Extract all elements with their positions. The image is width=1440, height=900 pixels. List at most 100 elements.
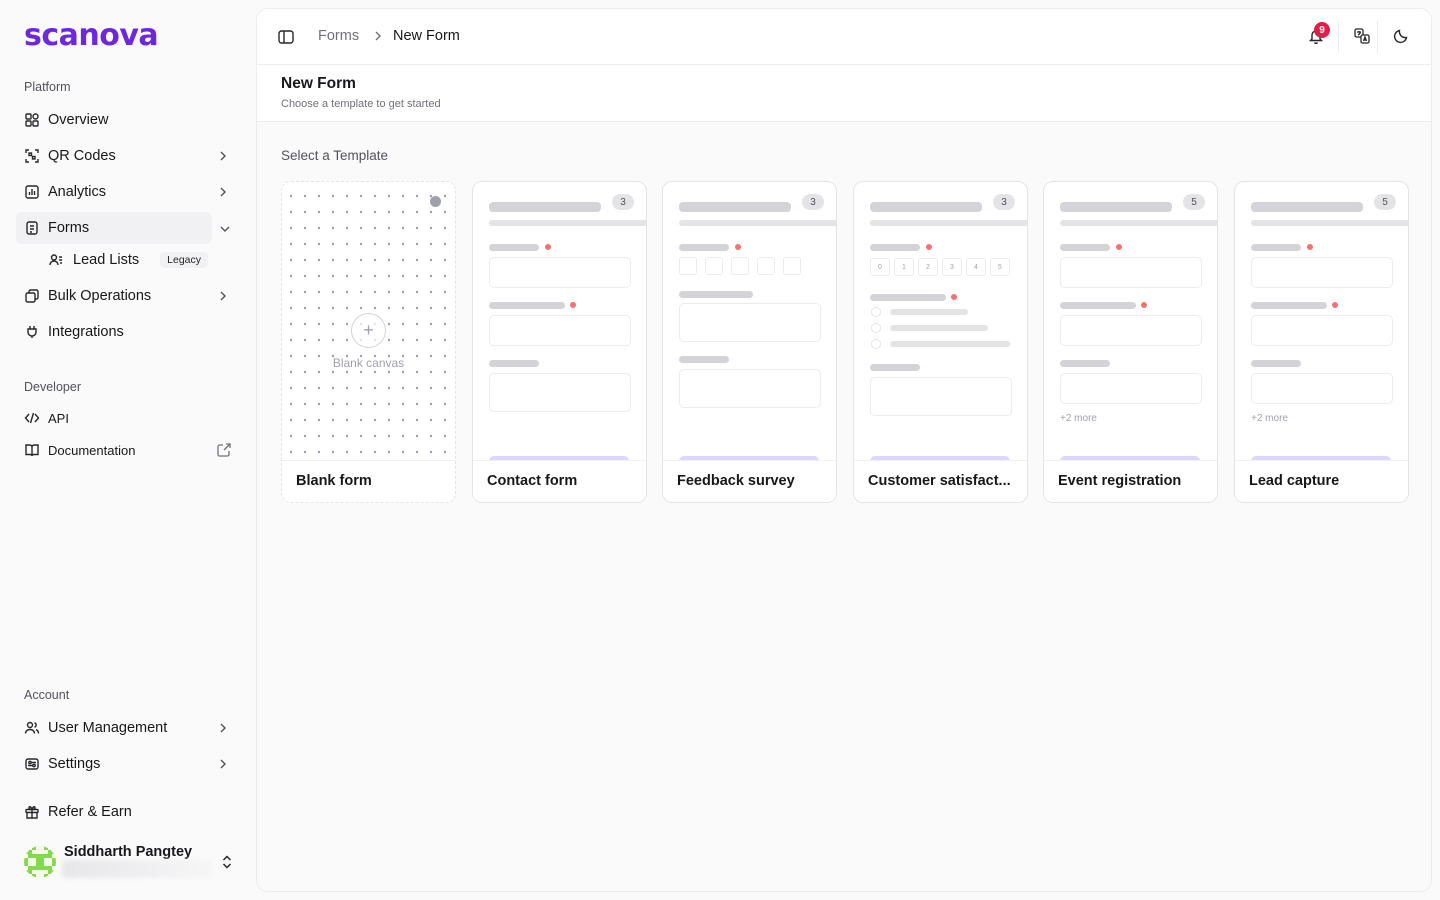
template-name: Customer satisfact...: [868, 473, 1011, 489]
chevrons-up-down-icon: [222, 855, 232, 869]
chevron-right-icon: [220, 723, 226, 733]
sidebar-item-bulk-operations[interactable]: Bulk Operations: [16, 280, 240, 312]
preview-field: [1060, 315, 1202, 346]
sidebar-item-api[interactable]: API: [16, 402, 240, 434]
avatar: [24, 846, 56, 878]
sidebar-item-label: User Management: [48, 720, 168, 736]
preview-title-bar: [1251, 202, 1363, 212]
user-menu[interactable]: Siddharth Pangtey: [24, 842, 244, 882]
preview-title-bar: [1060, 202, 1172, 212]
rating-box: [731, 257, 749, 275]
sidebar-item-settings[interactable]: Settings: [16, 748, 240, 780]
radio-label-bar: [890, 341, 1010, 347]
moon-icon[interactable]: [1392, 27, 1410, 45]
toolbar-divider: [1338, 21, 1339, 53]
translate-icon[interactable]: [1353, 27, 1371, 45]
chevron-right-icon: [220, 187, 226, 197]
nps-option: 0: [870, 258, 890, 276]
preview-textarea: [489, 373, 631, 412]
sidebar: scanova Platform Overview QR Codes Analy…: [0, 0, 256, 900]
template-preview: 5 +2 more: [1235, 182, 1408, 466]
sidebar-item-label: Bulk Operations: [48, 288, 152, 304]
preview-textarea: [679, 369, 821, 408]
sidebar-item-integrations[interactable]: Integrations: [16, 316, 240, 348]
template-name: Blank form: [296, 473, 372, 489]
preview-label-bar: [489, 360, 539, 367]
chevron-down-icon[interactable]: [218, 222, 232, 236]
sidebar-item-lead-lists[interactable]: Lead Lists Legacy: [40, 245, 212, 275]
nps-option: 1: [894, 258, 914, 276]
template-card-footer: Contact form: [473, 460, 646, 502]
preview-field: [1251, 373, 1393, 404]
preview-label-bar: [679, 291, 753, 298]
template-card-event-registration[interactable]: 5 +2 more Event registration: [1043, 181, 1218, 503]
template-name: Feedback survey: [677, 473, 795, 489]
sidebar-item-documentation[interactable]: Documentation: [16, 434, 240, 466]
preview-field: [1251, 257, 1393, 288]
more-fields-label: +2 more: [1060, 413, 1097, 424]
preview-field: [1251, 315, 1393, 346]
sidebar-item-label: Refer & Earn: [48, 804, 132, 820]
rating-box: [783, 257, 801, 275]
user-name: Siddharth Pangtey: [64, 844, 193, 860]
radio-label-bar: [890, 325, 988, 331]
template-card-blank-form[interactable]: + Blank canvas Blank form: [281, 181, 456, 503]
user-email-redacted: [62, 860, 212, 878]
preview-label-bar: [679, 356, 729, 363]
preview-subtitle-bar: [679, 220, 836, 226]
sidebar-item-user-management[interactable]: User Management: [16, 712, 240, 744]
top-bar: Forms New Form 9: [257, 9, 1431, 65]
sidebar-item-label: API: [48, 410, 69, 426]
status-dot: [430, 196, 441, 207]
sidebar-item-forms[interactable]: Forms: [16, 212, 212, 244]
external-link-icon: [217, 443, 231, 457]
brand-logo[interactable]: scanova: [24, 18, 159, 53]
required-dot: [1332, 302, 1338, 308]
gift-icon: [24, 804, 40, 820]
field-count-badge: 3: [802, 194, 824, 210]
preview-label-bar: [1060, 302, 1136, 309]
sidebar-item-qr-codes[interactable]: QR Codes: [16, 140, 240, 172]
nps-option: 4: [966, 258, 986, 276]
legacy-badge: Legacy: [160, 252, 208, 268]
sidebar-toggle-icon[interactable]: [277, 28, 295, 46]
preview-subtitle-bar: [870, 220, 1027, 226]
preview-subtitle-bar: [1060, 220, 1217, 226]
template-name: Event registration: [1058, 473, 1182, 489]
breadcrumb-forms-link[interactable]: Forms: [318, 28, 359, 44]
required-dot: [1116, 244, 1122, 250]
sidebar-item-label: Lead Lists: [73, 252, 140, 268]
grid-icon: [24, 112, 40, 128]
template-card-customer-satisfaction[interactable]: 3 0 1 2 3 4 5 Customer satisfact...: [853, 181, 1028, 503]
app-root: scanova Platform Overview QR Codes Analy…: [0, 0, 1440, 900]
user-list-icon: [48, 252, 64, 268]
sidebar-item-overview[interactable]: Overview: [16, 104, 240, 136]
template-card-footer: Feedback survey: [663, 460, 836, 502]
template-card-feedback-survey[interactable]: 3 Feedback survey: [662, 181, 837, 503]
template-name: Contact form: [487, 473, 578, 489]
stack-icon: [24, 288, 40, 304]
main-panel: Forms New Form 9 New Form Choose a templ…: [256, 8, 1432, 892]
preview-label-bar: [489, 244, 539, 251]
radio-option: [871, 323, 881, 333]
sidebar-item-label: QR Codes: [48, 148, 116, 164]
template-card-contact-form[interactable]: 3 Contact form: [472, 181, 647, 503]
preview-field: [1060, 373, 1202, 404]
required-dot: [545, 244, 551, 250]
page-subtitle: Choose a template to get started: [281, 98, 441, 110]
preview-label-bar: [870, 364, 920, 371]
radio-option: [871, 307, 881, 317]
preview-title-bar: [489, 202, 601, 212]
chevron-right-icon: [220, 759, 226, 769]
developer-group-label: Developer: [24, 380, 81, 394]
required-dot: [926, 244, 932, 250]
template-card-lead-capture[interactable]: 5 +2 more Lead capture: [1234, 181, 1409, 503]
template-name: Lead capture: [1249, 473, 1340, 489]
chevron-right-icon: [220, 151, 226, 161]
sidebar-item-label: Documentation: [48, 442, 136, 458]
sidebar-item-refer-earn[interactable]: Refer & Earn: [16, 796, 240, 828]
sidebar-item-analytics[interactable]: Analytics: [16, 176, 240, 208]
preview-title-bar: [679, 202, 791, 212]
bar-chart-icon: [24, 184, 40, 200]
book-icon: [24, 442, 40, 458]
